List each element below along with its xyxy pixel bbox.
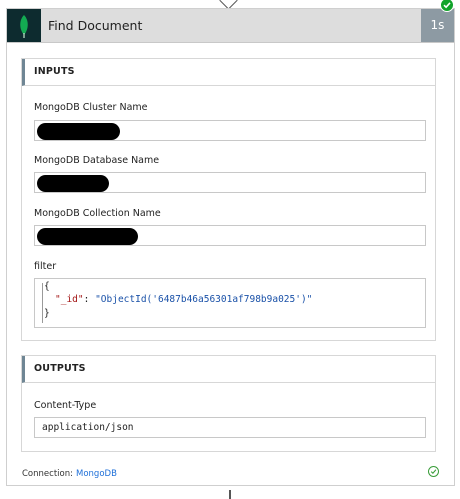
outputs-section: OUTPUTS Content-Type application/json (21, 355, 436, 452)
connection-label: Connection: (22, 469, 73, 479)
inputs-section: INPUTS MongoDB Cluster Name MongoDB Data… (21, 58, 436, 341)
json-property-line: "_id": "ObjectId('6487b46a56301af798b9a0… (55, 294, 312, 306)
outputs-heading: OUTPUTS (22, 356, 435, 383)
filter-field: { "_id": "ObjectId('6487b46a56301af798b9… (34, 278, 426, 328)
json-close-brace: } (44, 308, 50, 319)
action-card: Find Document 1s INPUTS MongoDB Cluster … (6, 8, 455, 486)
duration-badge: 1s (421, 9, 454, 42)
mongodb-leaf-icon (7, 9, 41, 42)
json-colon: : (83, 294, 96, 305)
json-indent-guide (42, 283, 43, 323)
outgoing-connector-line (229, 490, 231, 499)
redacted-collection-name (37, 228, 138, 245)
redacted-cluster-name (37, 123, 120, 140)
filter-label: filter (34, 261, 57, 272)
content-type-field: application/json (34, 417, 426, 438)
json-value: "ObjectId('6487b46a56301af798b9a025')" (95, 294, 313, 305)
connection-ok-icon (428, 466, 439, 477)
json-open-brace: { (44, 281, 50, 292)
json-key: "_id" (55, 294, 84, 305)
cluster-name-field (34, 120, 426, 141)
database-name-field (34, 172, 426, 193)
inputs-heading: INPUTS (22, 59, 435, 86)
content-type-value: application/json (42, 422, 134, 433)
connection-link[interactable]: MongoDB (76, 469, 117, 479)
success-check-icon (440, 0, 454, 12)
action-title: Find Document (48, 18, 143, 33)
database-name-label: MongoDB Database Name (34, 155, 160, 166)
collection-name-label: MongoDB Collection Name (34, 208, 161, 219)
action-header[interactable]: Find Document 1s (7, 9, 454, 43)
cluster-name-label: MongoDB Cluster Name (34, 102, 148, 113)
redacted-database-name (37, 175, 109, 192)
content-type-label: Content-Type (34, 400, 97, 411)
collection-name-field (34, 225, 426, 246)
